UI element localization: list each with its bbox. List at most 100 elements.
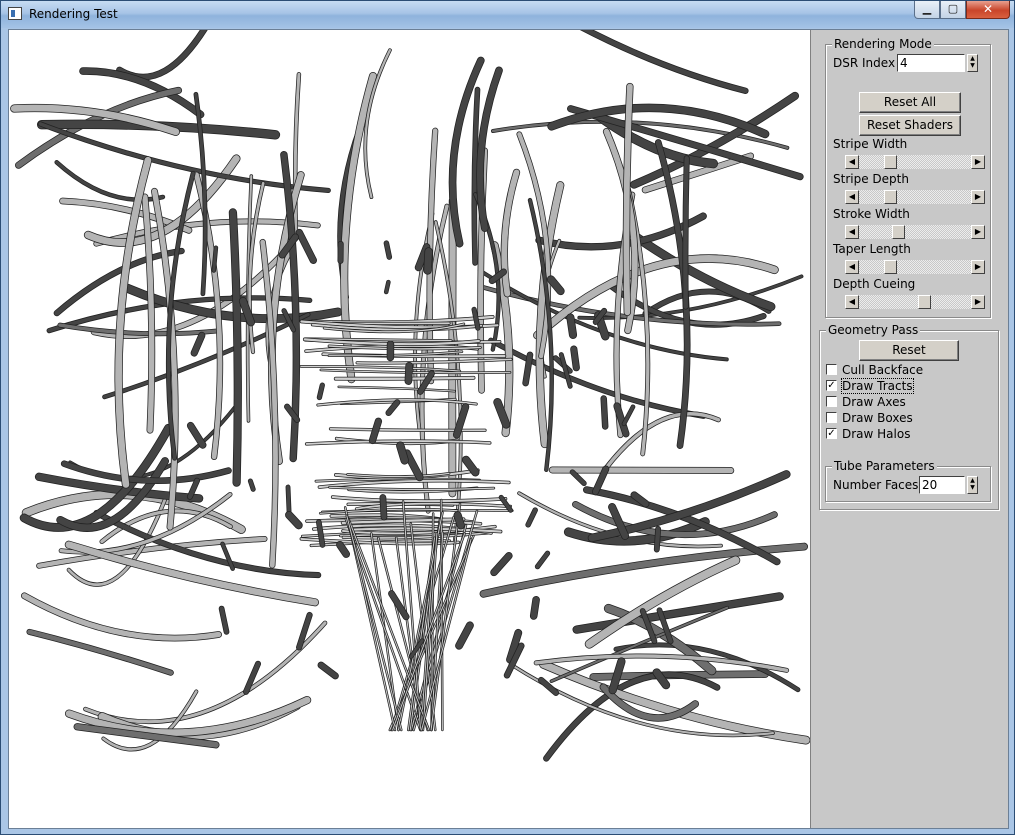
slider-track[interactable]: [859, 295, 971, 309]
tract-tube: [535, 551, 550, 569]
number-faces-input[interactable]: [919, 476, 965, 494]
checkbox-label: Draw Halos: [842, 427, 911, 441]
slider-thumb[interactable]: [883, 190, 897, 204]
arrow-left-icon[interactable]: ◀: [845, 295, 859, 309]
tract-tube: [380, 494, 387, 520]
slider-thumb[interactable]: [891, 225, 905, 239]
tract-tube: [345, 518, 421, 731]
arrow-left-icon[interactable]: ◀: [845, 190, 859, 204]
tract-tube: [549, 467, 734, 474]
window-controls: ▁ ▢ ✕: [914, 1, 1010, 21]
tract-outline: [102, 312, 311, 400]
slider-track[interactable]: [859, 225, 971, 239]
checkbox-label: Draw Axes: [842, 395, 906, 409]
minimize-button[interactable]: ▁: [914, 1, 940, 19]
tract-tube: [573, 592, 784, 634]
tract-tube: [567, 314, 577, 339]
tract-tube: [286, 485, 291, 515]
tract-tube: [454, 511, 465, 529]
tract-tube: [384, 241, 392, 260]
geometry-reset-button[interactable]: Reset: [859, 340, 959, 361]
slider-thumb[interactable]: [918, 295, 932, 309]
number-faces-label: Number Faces: [833, 478, 919, 492]
tract-tube: [633, 233, 775, 311]
tract-tube: [477, 67, 503, 232]
reset-shaders-button[interactable]: Reset Shaders: [859, 115, 961, 136]
checkbox-label: Draw Boxes: [842, 411, 913, 425]
dsr-index-input[interactable]: [897, 54, 965, 72]
close-icon: ✕: [982, 2, 994, 16]
tract-outline: [433, 220, 463, 546]
checkbox-box[interactable]: [826, 396, 837, 407]
checkbox-box[interactable]: [826, 364, 837, 375]
tract-tube: [490, 552, 512, 576]
tract-tube: [21, 593, 222, 641]
checkbox-label: Cull Backface: [842, 363, 924, 377]
tract-tube: [654, 526, 661, 552]
tract-tube: [212, 246, 218, 273]
tract-tube: [116, 30, 207, 80]
arrow-right-icon[interactable]: ▶: [971, 155, 985, 169]
slider-label: Stroke Width: [833, 207, 910, 221]
tract-tube: [386, 400, 400, 416]
spin-up-down-icon[interactable]: ▲ ▼: [967, 54, 978, 72]
tract-tube: [191, 332, 205, 356]
tract-outline: [363, 48, 392, 199]
tract-tube: [219, 606, 229, 634]
tract-tube: [581, 30, 748, 94]
tract-outline: [79, 67, 205, 119]
tract-tube: [622, 405, 635, 426]
window-title: Rendering Test: [29, 7, 118, 21]
title-bar[interactable]: Rendering Test ▁ ▢ ✕: [1, 1, 1014, 28]
tract-tube: [334, 376, 475, 380]
arrow-right-icon[interactable]: ▶: [971, 295, 985, 309]
control-panel: Rendering Mode DSR Index ▲▼ Reset All Re…: [810, 30, 1008, 828]
tract-tube: [570, 346, 580, 371]
checkbox-label: Draw Tracts: [841, 378, 914, 394]
tract-tube: [285, 511, 302, 529]
geometry-pass-label: Geometry Pass: [826, 323, 921, 337]
checkmark-icon[interactable]: ✓: [826, 380, 837, 391]
tract-tube: [570, 470, 586, 486]
spin-up-down-icon[interactable]: ▲ ▼: [967, 476, 978, 494]
slider-thumb[interactable]: [883, 260, 897, 274]
slider-track[interactable]: [859, 260, 971, 274]
tract-tube: [384, 280, 390, 294]
slider-label: Stripe Width: [833, 137, 908, 151]
slider-label: Taper Length: [833, 242, 911, 256]
depth-cueing-slider[interactable]: ◀ ▶: [845, 295, 985, 309]
dsr-index-label: DSR Index: [833, 56, 896, 70]
tract-tube: [424, 247, 433, 274]
arrow-right-icon[interactable]: ▶: [971, 260, 985, 274]
close-button[interactable]: ✕: [966, 1, 1010, 19]
reset-all-button[interactable]: Reset All: [859, 92, 961, 113]
taper-length-slider[interactable]: ◀ ▶: [845, 260, 985, 274]
render-viewport[interactable]: [9, 30, 810, 828]
arrow-right-icon[interactable]: ▶: [971, 225, 985, 239]
stripe-depth-slider[interactable]: ◀ ▶: [845, 190, 985, 204]
arrow-left-icon[interactable]: ◀: [845, 225, 859, 239]
tract-tube: [369, 418, 382, 444]
slider-label: Depth Cueing: [833, 277, 916, 291]
app-icon: [8, 7, 22, 20]
maximize-button[interactable]: ▢: [940, 1, 966, 19]
fiber-tract-rendering[interactable]: [9, 30, 810, 828]
slider-label: Stripe Depth: [833, 172, 909, 186]
arrow-right-icon[interactable]: ▶: [971, 190, 985, 204]
checkbox-box[interactable]: [826, 412, 837, 423]
arrow-left-icon[interactable]: ◀: [845, 155, 859, 169]
slider-track[interactable]: [859, 155, 971, 169]
slider-track[interactable]: [859, 190, 971, 204]
tract-tube: [405, 362, 413, 385]
tube-parameters-label: Tube Parameters: [832, 459, 937, 473]
arrow-left-icon[interactable]: ◀: [845, 260, 859, 274]
slider-thumb[interactable]: [883, 155, 897, 169]
tract-tube: [683, 156, 689, 309]
app-window: Rendering Test ▁ ▢ ✕ Rendering Mode DSR …: [0, 0, 1015, 835]
checkmark-icon[interactable]: ✓: [826, 428, 837, 439]
stripe-width-slider[interactable]: ◀ ▶: [845, 155, 985, 169]
rendering-mode-label: Rendering Mode: [832, 37, 934, 51]
stroke-width-slider[interactable]: ◀ ▶: [845, 225, 985, 239]
tract-tube: [530, 596, 540, 620]
tract-tube: [601, 396, 608, 429]
